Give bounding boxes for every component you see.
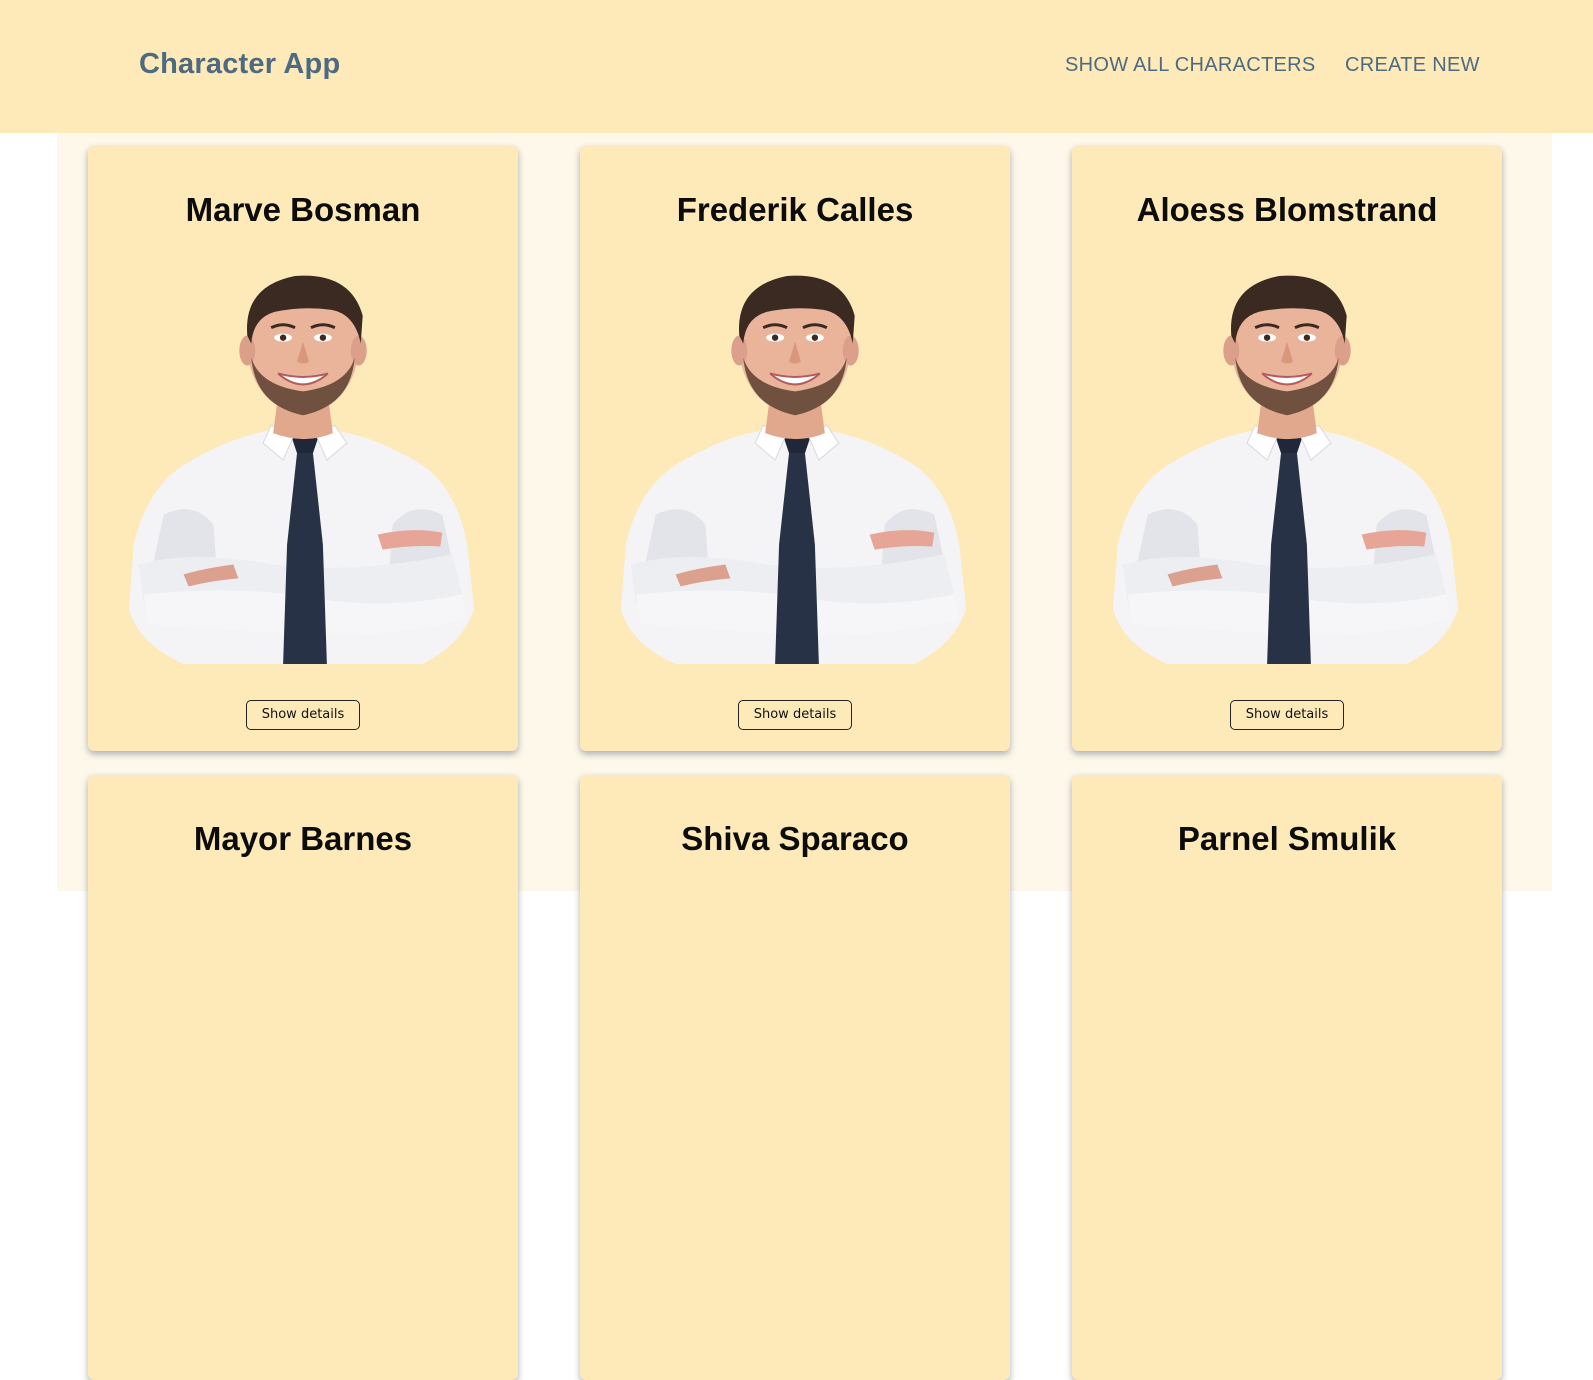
character-name: Frederik Calles — [676, 191, 914, 228]
character-card: Shiva Sparaco — [580, 775, 1010, 1380]
show-details-button[interactable]: Show details — [738, 700, 852, 730]
character-card: Mayor Barnes — [88, 775, 518, 1380]
character-name: Mayor Barnes — [193, 820, 413, 857]
navbar: Character App SHOW ALL CHARACTERS CREATE… — [0, 0, 1593, 133]
nav-create-new[interactable]: CREATE NEW — [1345, 54, 1480, 77]
character-name: Shiva Sparaco — [681, 820, 909, 857]
app-title[interactable]: Character App — [139, 48, 340, 81]
character-name: Aloess Blomstrand — [1136, 191, 1438, 228]
show-details-button[interactable]: Show details — [246, 700, 360, 730]
character-portrait — [1107, 266, 1467, 664]
nav-show-all-characters[interactable]: SHOW ALL CHARACTERS — [1065, 54, 1316, 77]
character-name: Parnel Smulik — [1177, 820, 1397, 857]
show-details-button[interactable]: Show details — [1230, 700, 1344, 730]
character-name: Marve Bosman — [185, 191, 421, 228]
character-card: Marve Bosman Show details — [88, 146, 518, 751]
character-card: Aloess Blomstrand Show details — [1072, 146, 1502, 751]
character-portrait — [615, 266, 975, 664]
character-card: Parnel Smulik — [1072, 775, 1502, 1380]
character-grid: Marve Bosman Show details Frederik Calle… — [57, 133, 1552, 1380]
character-portrait — [123, 266, 483, 664]
character-card: Frederik Calles Show details — [580, 146, 1010, 751]
